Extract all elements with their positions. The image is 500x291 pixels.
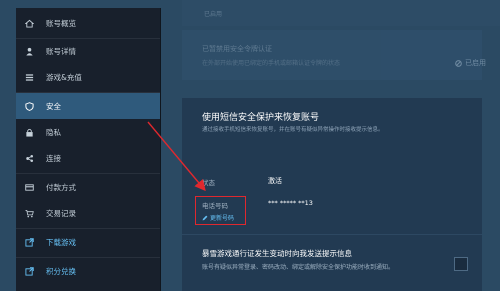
notify-checkbox[interactable] bbox=[454, 257, 468, 271]
top-strip-label: 已启用 bbox=[204, 11, 223, 18]
home-icon bbox=[25, 19, 34, 28]
top-strip: 已启用 bbox=[182, 0, 500, 26]
sidebar-item-label: 下载游戏 bbox=[46, 237, 76, 247]
sidebar-item-privacy[interactable]: 隐私 bbox=[16, 119, 160, 145]
sidebar-item-security[interactable]: 安全 bbox=[16, 93, 160, 119]
list-icon bbox=[25, 73, 34, 82]
authenticator-status: 已启用 bbox=[455, 58, 486, 68]
authenticator-subtitle: 在外部开始使用已绑定的手机或邮箱认证令牌的状态 bbox=[202, 60, 341, 67]
sidebar-item-label: 账号概览 bbox=[46, 18, 76, 28]
sidebar-item-label: 账号详情 bbox=[46, 46, 76, 56]
phone-value: *** ***** **13 bbox=[268, 199, 313, 207]
sidebar-item-label: 连接 bbox=[46, 153, 61, 163]
external-link-icon bbox=[25, 237, 34, 247]
shield-icon bbox=[25, 101, 34, 111]
panel-title: 使用短信安全保护来恢复账号 bbox=[202, 113, 320, 123]
sidebar-item-label: 积分兑换 bbox=[46, 266, 76, 276]
sidebar-item-label: 付款方式 bbox=[46, 182, 76, 192]
highlight-box bbox=[195, 196, 246, 225]
cart-icon bbox=[25, 209, 34, 218]
authenticator-title: 已暂禁用安全令牌认证 bbox=[202, 45, 272, 53]
sidebar-item-transactions[interactable]: 交易记录 bbox=[16, 200, 160, 226]
status-label: 状态 bbox=[202, 179, 215, 187]
sidebar-item-account-details[interactable]: 账号详情 bbox=[16, 38, 160, 64]
link-icon bbox=[25, 154, 34, 163]
user-icon bbox=[25, 47, 34, 56]
sidebar-item-download-games[interactable]: 下载游戏 bbox=[16, 229, 160, 255]
authenticator-card: 已暂禁用安全令牌认证 在外部开始使用已绑定的手机或邮箱认证令牌的状态 bbox=[182, 30, 482, 80]
sidebar-item-label: 交易记录 bbox=[46, 208, 76, 218]
panel-subtitle: 通过接收手机短信来恢复账号，并在账号有疑似异常操作时接收提示信息。 bbox=[202, 127, 384, 133]
sidebar-item-games[interactable]: 游戏&充值 bbox=[16, 64, 160, 90]
sidebar-item-label: 安全 bbox=[46, 101, 61, 111]
sms-protection-panel: 使用短信安全保护来恢复账号 通过接收手机短信来恢复账号，并在账号有疑似异常操作时… bbox=[182, 98, 482, 291]
disabled-icon bbox=[455, 59, 462, 67]
sidebar-item-connections[interactable]: 连接 bbox=[16, 145, 160, 171]
sidebar-item-redeem[interactable]: 积分兑换 bbox=[16, 258, 160, 284]
panel-divider bbox=[182, 234, 482, 235]
external-link-icon bbox=[25, 266, 34, 276]
notify-title: 暴雪游戏通行证发生变动时向我发送提示信息 bbox=[202, 249, 352, 258]
status-value: 激活 bbox=[268, 177, 282, 185]
notify-description: 账号有疑似异常登录、密码改动、绑定或解除安全保护功能时收到通知。 bbox=[202, 264, 395, 271]
lock-icon bbox=[25, 128, 34, 137]
sidebar-item-payment-methods[interactable]: 付款方式 bbox=[16, 174, 160, 200]
authenticator-status-text: 已启用 bbox=[465, 59, 486, 67]
sidebar: 账号概览 账号详情 游戏&充值 安全 隐私 连接 付款方式 交易记录 下载游戏 … bbox=[16, 8, 160, 291]
sidebar-item-label: 游戏&充值 bbox=[46, 72, 82, 82]
card-icon bbox=[25, 183, 34, 192]
sidebar-item-label: 隐私 bbox=[46, 127, 61, 137]
sidebar-item-overview[interactable]: 账号概览 bbox=[16, 10, 160, 36]
